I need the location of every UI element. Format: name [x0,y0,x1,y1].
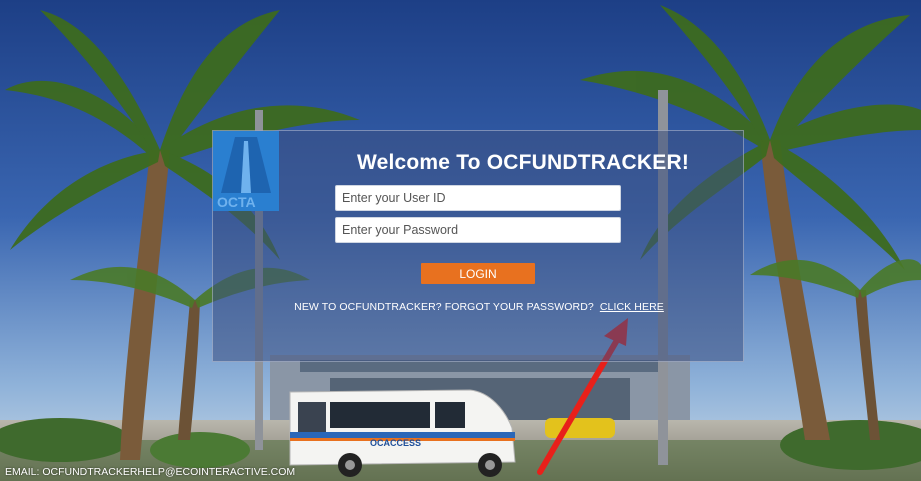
login-button[interactable]: LOGIN [421,263,535,284]
support-email: EMAIL: OCFUNDTRACKERHELP@ECOINTERACTIVE.… [5,466,296,478]
login-panel: OCTA Welcome To OCFUNDTRACKER! LOGIN NEW… [212,130,744,362]
password-input[interactable] [335,217,621,243]
welcome-title: Welcome To OCFUNDTRACKER! [356,151,690,174]
user-id-input[interactable] [335,185,621,211]
octa-logo: OCTA [213,131,279,211]
logo-text: OCTA [217,194,256,210]
bus-brand-text: OCACCESS [370,438,421,448]
help-line: NEW TO OCFUNDTRACKER? FORGOT YOUR PASSWO… [213,301,745,313]
bus-illustration: OCACCESS [289,389,516,477]
click-here-link[interactable]: CLICK HERE [600,301,664,313]
help-prefix-text: NEW TO OCFUNDTRACKER? FORGOT YOUR PASSWO… [294,301,594,313]
